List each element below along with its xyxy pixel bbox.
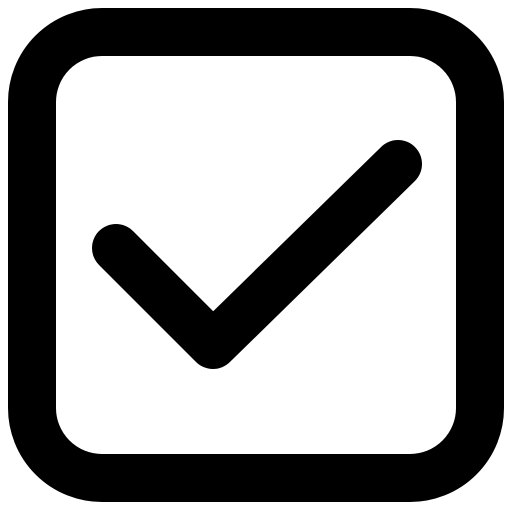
checkbox-checked-icon <box>8 8 504 502</box>
checkbox-checked[interactable] <box>0 0 512 512</box>
